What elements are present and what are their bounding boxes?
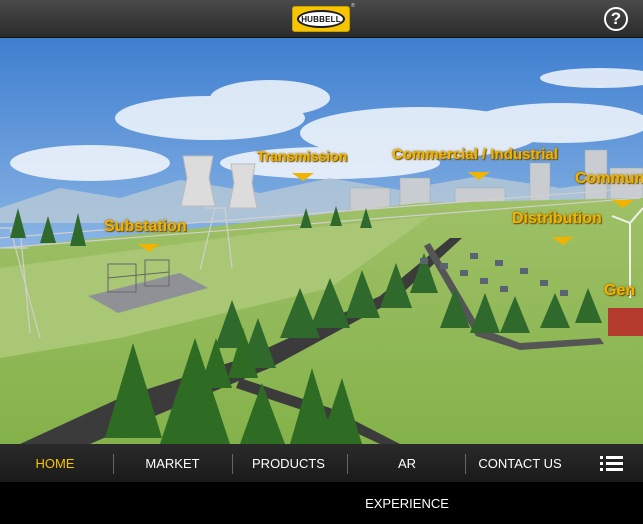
nav-products[interactable]: PRODUCTS: [246, 444, 331, 482]
top-bar: HUBBELL ® ?: [0, 0, 643, 38]
commercial-marker-icon[interactable]: [468, 172, 490, 180]
distribution-marker-icon[interactable]: [552, 237, 574, 245]
logo-text: HUBBELL: [301, 14, 341, 24]
question-circle-icon[interactable]: ?: [604, 7, 628, 31]
hamburger-list-icon[interactable]: [600, 456, 623, 472]
hotspot-commercial-industrial[interactable]: Commercial / Industrial: [392, 146, 558, 163]
nav-divider: [113, 454, 114, 474]
nav-divider: [465, 454, 466, 474]
nav-divider: [347, 454, 348, 474]
hubbell-logo[interactable]: HUBBELL: [292, 6, 350, 32]
nav-market[interactable]: MARKET: [130, 444, 215, 482]
substation-marker-icon[interactable]: [138, 244, 160, 252]
nav-divider: [232, 454, 233, 474]
hotspot-transmission[interactable]: Transmission: [257, 148, 347, 164]
scene-illustration: [0, 38, 643, 444]
logo-oval: HUBBELL: [297, 10, 345, 28]
trademark-mark: ®: [351, 3, 355, 9]
nav-ar-experience[interactable]: AR EXPERIENCE: [355, 444, 459, 511]
barn: [608, 308, 643, 336]
transmission-marker-icon[interactable]: [292, 173, 314, 181]
nav-home[interactable]: HOME: [20, 444, 90, 482]
community-marker-icon[interactable]: [612, 200, 634, 208]
bottom-nav: HOME MARKET PRODUCTS AR EXPERIENCE CONTA…: [0, 444, 643, 511]
hotspot-distribution[interactable]: Distribution: [512, 210, 602, 228]
hotspot-community[interactable]: Communi: [575, 170, 643, 188]
nav-contact-us[interactable]: CONTACT US: [475, 444, 565, 482]
hotspot-generation[interactable]: Gen: [604, 282, 635, 300]
hotspot-substation[interactable]: Substation: [104, 218, 187, 236]
grid-scene-3d[interactable]: Transmission Commercial / Industrial Com…: [0, 38, 643, 444]
